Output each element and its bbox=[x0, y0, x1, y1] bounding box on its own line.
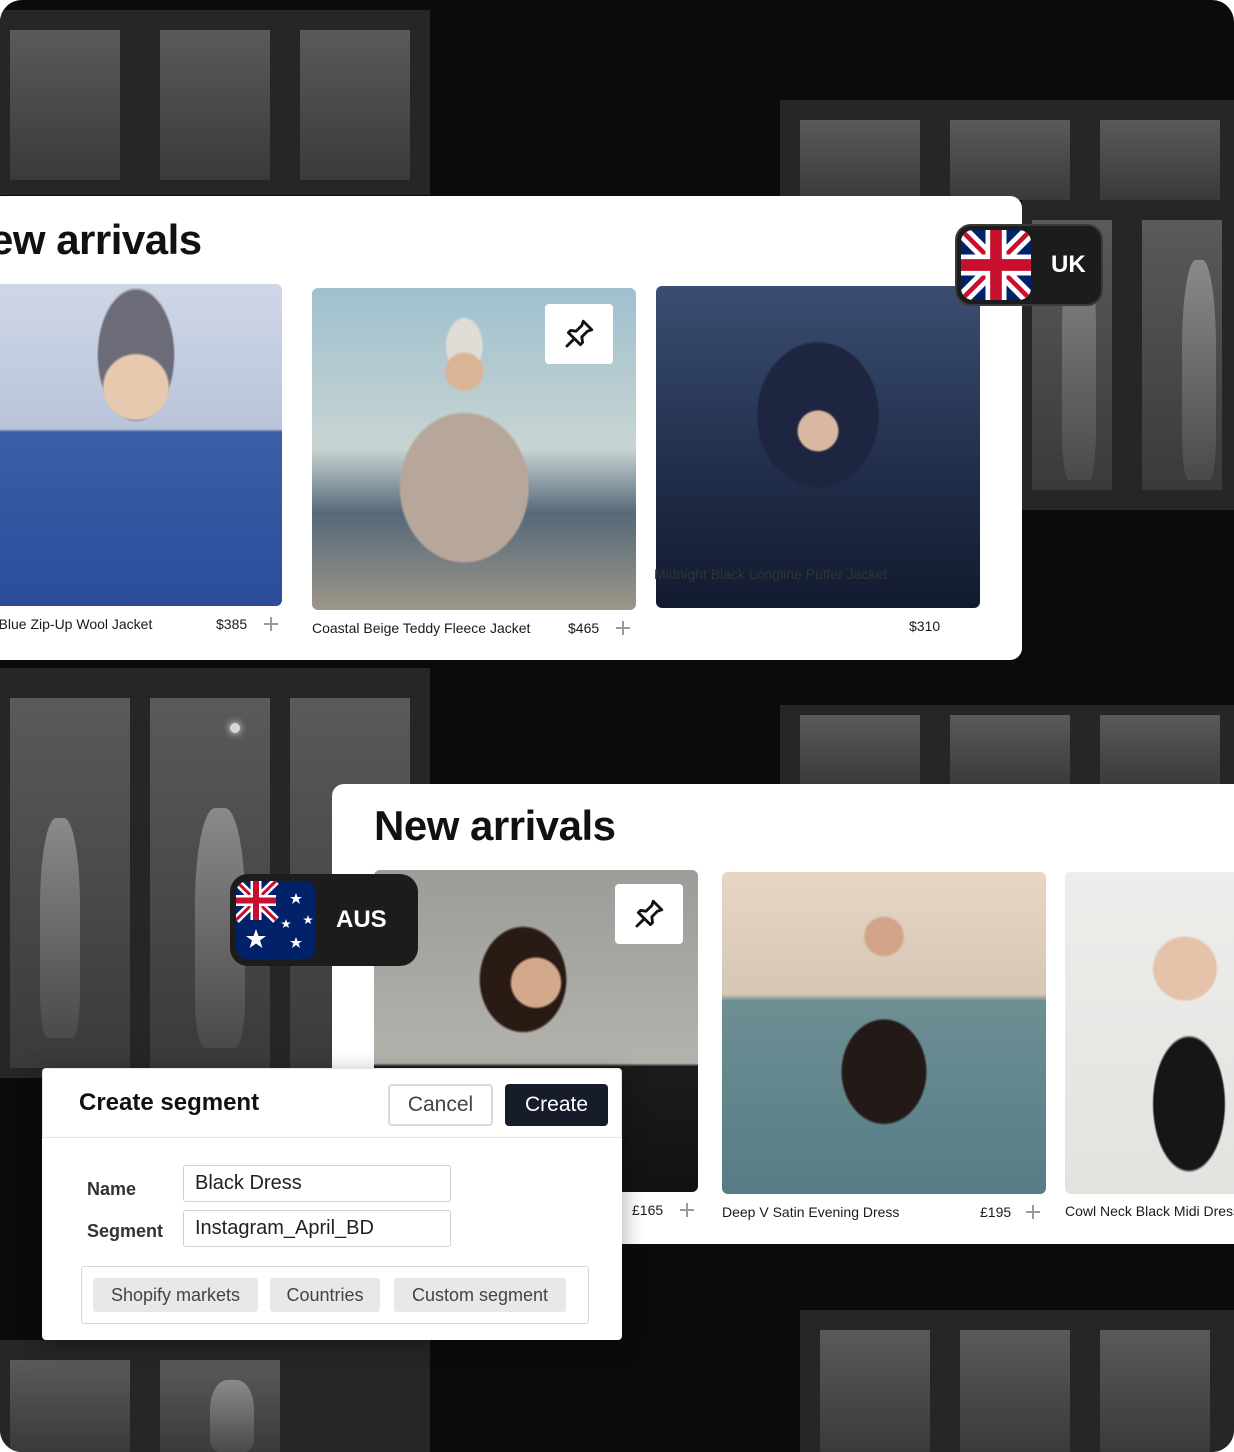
product-price: $310 bbox=[909, 618, 941, 634]
scene: ew arrivals r Blue Zip-Up Wool Jacket $3… bbox=[0, 0, 1234, 1452]
region-label: AUS bbox=[336, 906, 387, 933]
product-price: $385 bbox=[216, 616, 248, 632]
option-shopify-markets[interactable]: Shopify markets bbox=[93, 1278, 258, 1312]
plus-icon[interactable] bbox=[680, 1203, 694, 1217]
product-name: Deep V Satin Evening Dress bbox=[722, 1204, 900, 1220]
region-chip-aus[interactable]: AUS bbox=[230, 874, 418, 966]
option-countries[interactable]: Countries bbox=[270, 1278, 380, 1312]
pin-icon bbox=[565, 319, 594, 348]
pin-button[interactable] bbox=[545, 304, 613, 364]
segment-type-options: Shopify markets Countries Custom segment bbox=[81, 1266, 589, 1324]
product-image[interactable] bbox=[722, 872, 1046, 1194]
product-price: £165 bbox=[632, 1202, 664, 1218]
product-name: Cowl Neck Black Midi Dress bbox=[1065, 1203, 1234, 1219]
dialog-title: Create segment bbox=[79, 1089, 260, 1116]
uk-flag-icon bbox=[961, 230, 1031, 300]
segment-field[interactable]: Instagram_April_BD bbox=[183, 1210, 451, 1247]
product-image[interactable] bbox=[656, 286, 980, 608]
product-card[interactable]: Cowl Neck Black Midi Dress bbox=[1065, 872, 1234, 1232]
product-image[interactable] bbox=[0, 284, 282, 606]
plus-icon[interactable] bbox=[616, 621, 630, 635]
name-label: Name bbox=[87, 1179, 137, 1199]
segment-label: Segment bbox=[87, 1221, 164, 1241]
aus-flag-icon bbox=[236, 881, 316, 959]
uk-new-arrivals-panel: ew arrivals r Blue Zip-Up Wool Jacket $3… bbox=[0, 196, 1022, 660]
product-card[interactable]: Coastal Beige Teddy Fleece Jacket $465 bbox=[312, 288, 636, 648]
product-name: Midnight Black Longline Puffer Jacket bbox=[654, 566, 888, 582]
product-name: Coastal Beige Teddy Fleece Jacket bbox=[312, 620, 531, 636]
pin-button[interactable] bbox=[615, 884, 683, 944]
region-chip-uk[interactable]: UK bbox=[955, 224, 1103, 306]
pin-icon bbox=[635, 899, 664, 928]
panel-title: ew arrivals bbox=[0, 216, 202, 263]
dialog-header: Create segment Cancel Create bbox=[42, 1068, 622, 1138]
product-card[interactable]: Midnight Black Longline Puffer Jacket $3… bbox=[654, 286, 980, 646]
name-field[interactable]: Black Dress bbox=[183, 1165, 451, 1202]
product-price: $465 bbox=[568, 620, 600, 636]
product-name: r Blue Zip-Up Wool Jacket bbox=[0, 616, 153, 632]
plus-icon[interactable] bbox=[264, 617, 278, 631]
create-segment-dialog: Create segment Cancel Create Name Black … bbox=[42, 1068, 622, 1340]
plus-icon[interactable] bbox=[1026, 1205, 1040, 1219]
product-card[interactable]: r Blue Zip-Up Wool Jacket $385 bbox=[0, 284, 282, 644]
product-price: £195 bbox=[980, 1204, 1012, 1220]
product-image[interactable] bbox=[1065, 872, 1234, 1194]
panel-title: New arrivals bbox=[374, 802, 616, 849]
product-card[interactable]: Deep V Satin Evening Dress £195 bbox=[722, 872, 1046, 1232]
create-button[interactable]: Create bbox=[505, 1084, 608, 1126]
region-label: UK bbox=[1051, 251, 1086, 278]
cancel-button[interactable]: Cancel bbox=[388, 1084, 493, 1126]
option-custom-segment[interactable]: Custom segment bbox=[394, 1278, 566, 1312]
